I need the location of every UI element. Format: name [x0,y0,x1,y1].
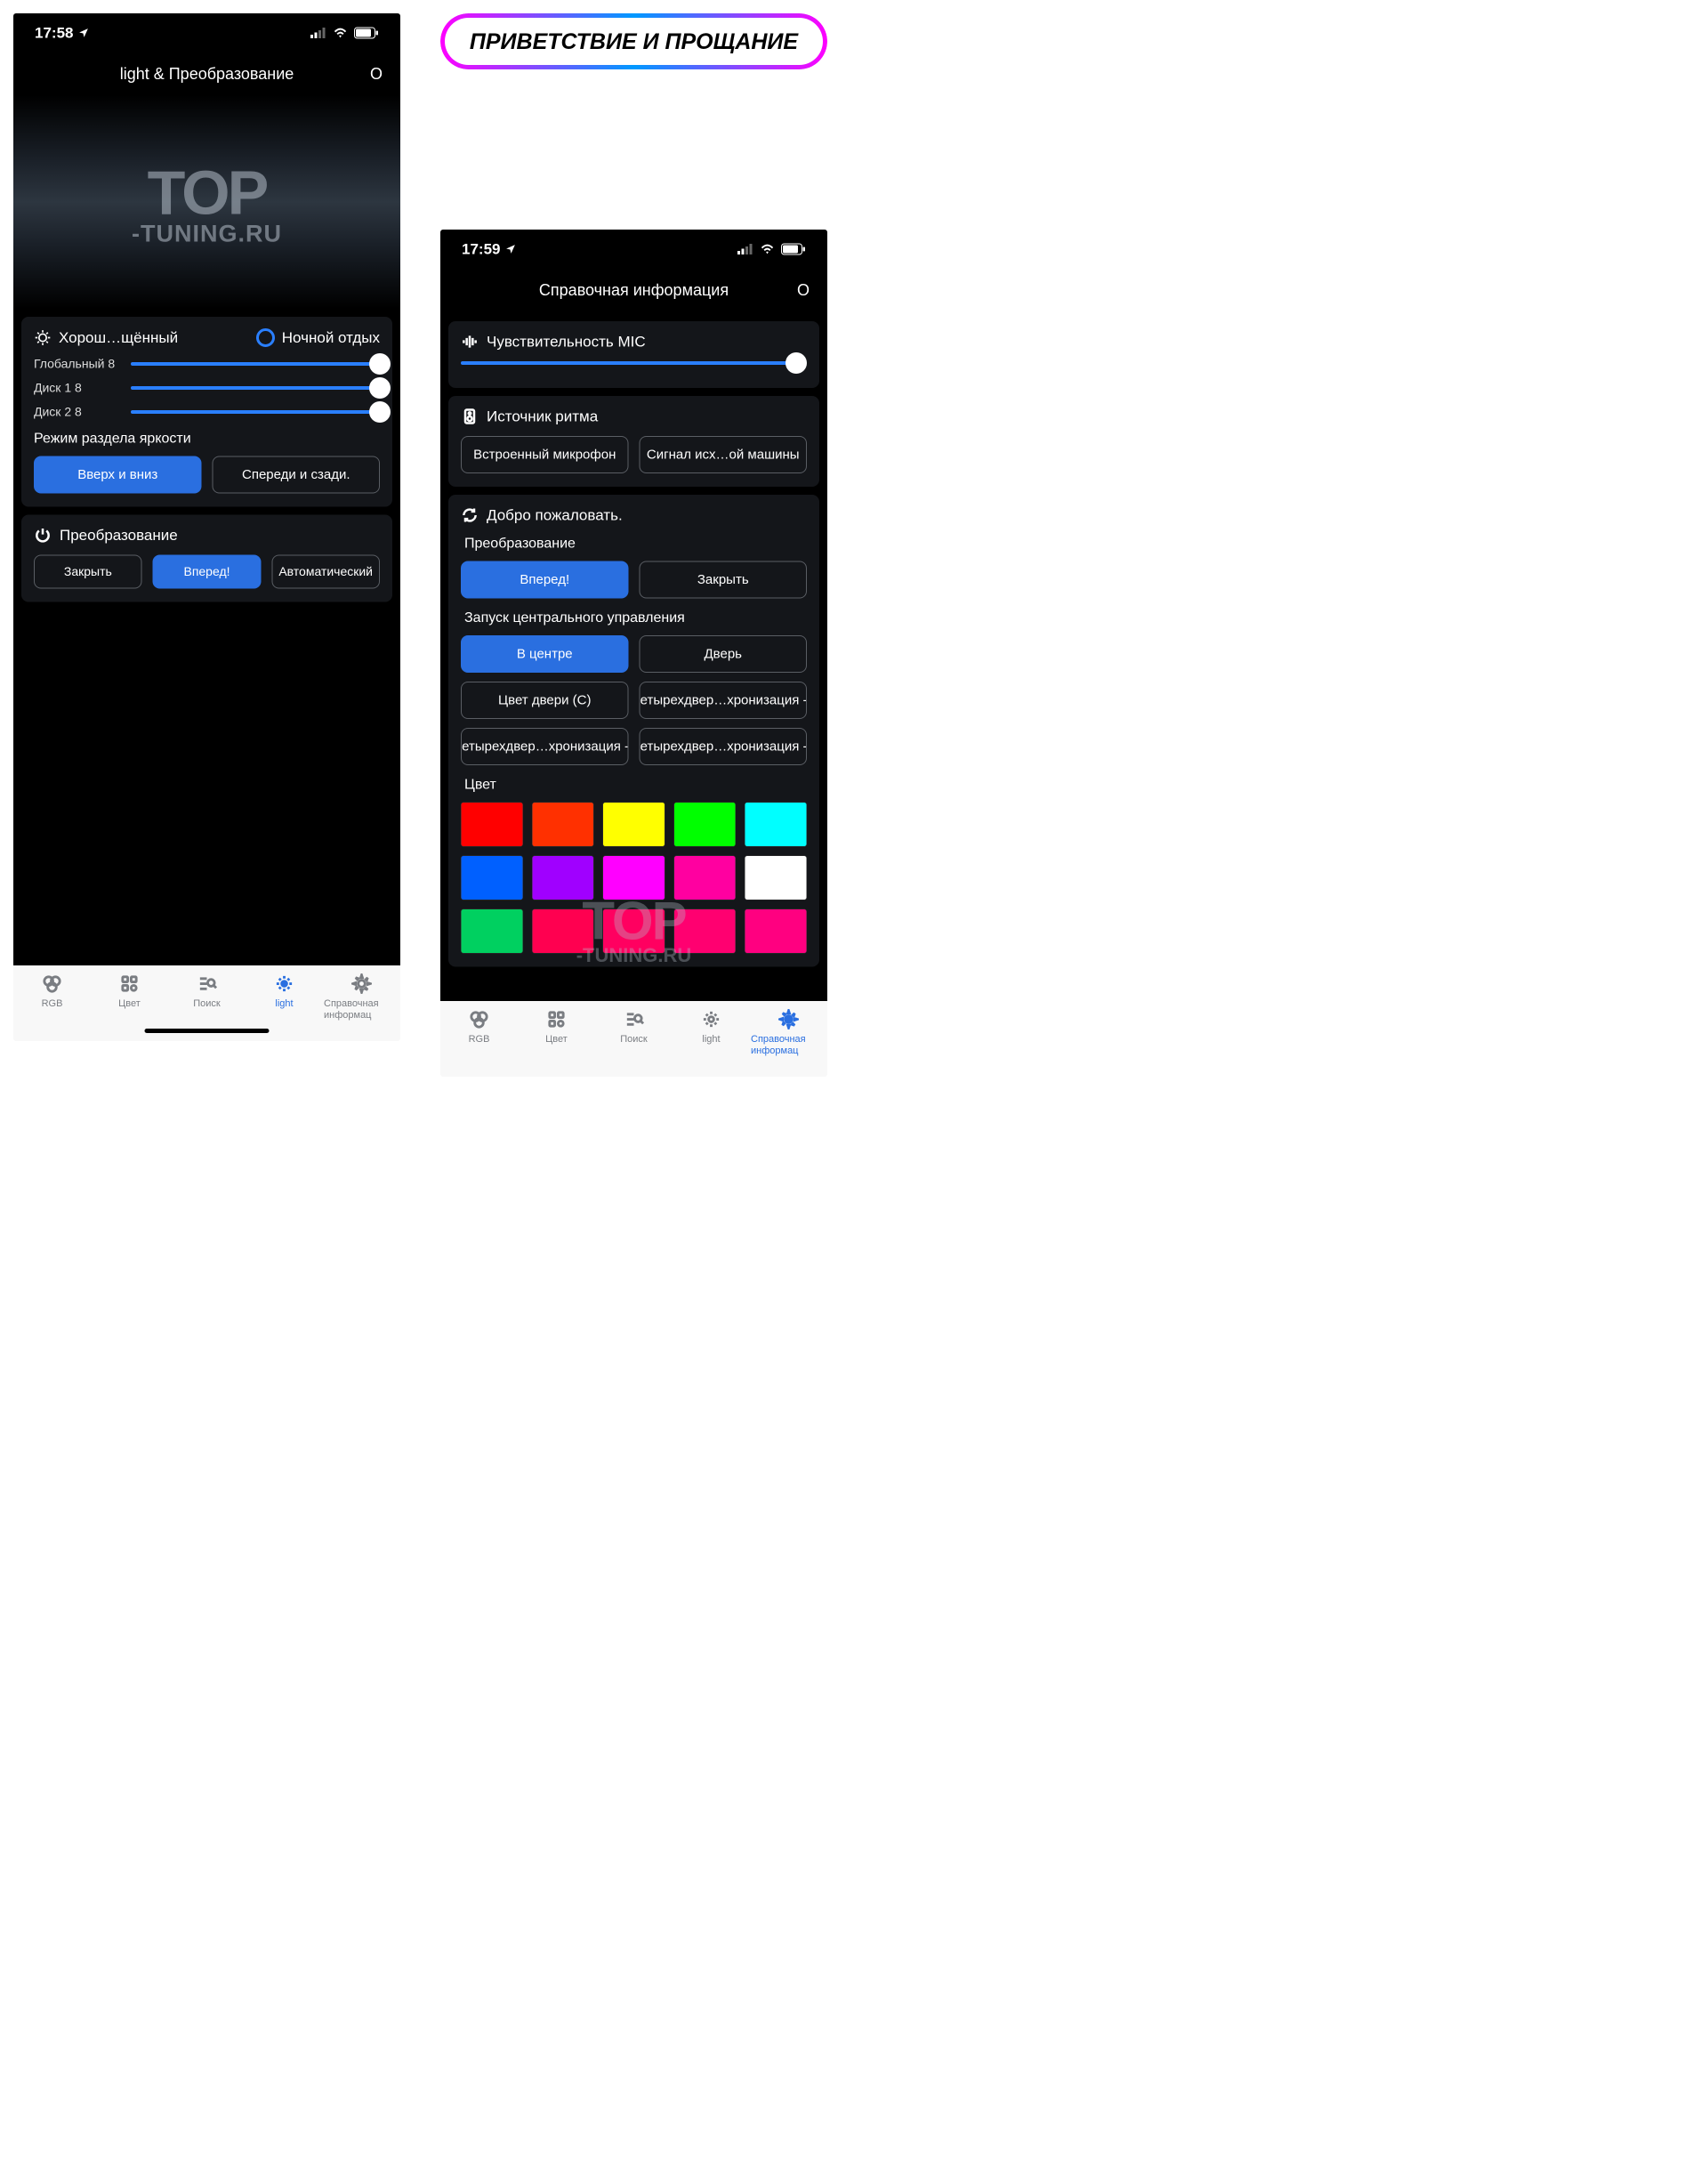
color-swatch-3[interactable] [673,803,736,847]
dashboard-image: TOP -TUNING.RU [13,95,400,309]
header-right[interactable]: O [797,281,810,300]
page-title: Справочная информация [539,281,729,300]
slider-label: Диск 1 8 [34,381,123,395]
battery-icon [781,244,806,255]
color-swatch-6[interactable] [532,856,594,900]
color-swatch-10[interactable] [461,909,523,954]
section-badge: ПРИВЕТСТВИЕ И ПРОЩАНИЕ [440,13,827,69]
color-swatch-12[interactable] [603,909,665,954]
equalizer-icon [461,333,479,351]
transform-label: Преобразование [464,535,807,552]
welcome-close[interactable]: Закрыть [640,561,808,599]
tab-rgb[interactable]: RGB [14,973,90,1009]
brightness-panel: Хорош…щённый Ночной отдых Глобальный 8 Д… [21,317,392,507]
welcome-panel: Добро пожаловать. Преобразование Вперед!… [448,495,819,967]
tab-icon [42,973,62,994]
app-header: light & Преобразование O [13,52,400,95]
status-time: 17:58 [35,24,73,42]
location-icon [77,28,89,39]
transform-close[interactable]: Закрыть [34,555,142,589]
rhythm-panel: Источник ритма Встроенный микрофон Сигна… [448,396,819,487]
color-label: Цвет [464,776,807,793]
tab-icon [701,1009,721,1029]
welcome-forward[interactable]: Вперед! [461,561,629,599]
color-swatch-1[interactable] [532,803,594,847]
signal-icon [737,244,753,254]
tab-цвет[interactable]: Цвет [519,1009,594,1045]
brightness-section-label: Режим раздела яркости [34,430,380,447]
home-indicator [145,1029,270,1033]
central-center[interactable]: В центре [461,635,629,673]
slider-label: Глобальный 8 [34,357,123,371]
color-swatch-2[interactable] [603,803,665,847]
tab-icon [351,973,372,994]
brightness-slider-1[interactable] [131,386,380,390]
tab-справочная информац[interactable]: Справочная информац [751,1009,826,1056]
status-bar: 17:59 [440,230,827,269]
tab-поиск[interactable]: Поиск [169,973,245,1009]
color-swatch-13[interactable] [673,909,736,954]
mode-good[interactable]: Хорош…щённый [34,329,178,347]
signal-icon [310,28,326,38]
color-swatch-4[interactable] [745,803,807,847]
rhythm-car-signal[interactable]: Сигнал исх…ой машины [640,436,808,473]
phone-left: 17:58 light & Преобразование O TOP -TUNI… [13,13,400,1041]
tab-icon [624,1009,644,1029]
central-4door-1[interactable]: Четырехдвер…хронизация -1 [640,682,808,719]
status-bar: 17:58 [13,13,400,52]
mic-panel: Чувствительность MIC [448,321,819,388]
tab-light[interactable]: light [246,973,322,1009]
app-header: Справочная информация O [440,269,827,311]
tab-icon [546,1009,567,1029]
color-swatch-0[interactable] [461,803,523,847]
page-title: light & Преобразование [120,65,294,84]
brightness-slider-2[interactable] [131,410,380,414]
tab-icon [197,973,217,994]
color-swatch-7[interactable] [603,856,665,900]
transform-forward[interactable]: Вперед! [153,555,262,589]
location-icon [504,244,516,255]
tab-icon [274,973,294,994]
tab-поиск[interactable]: Поиск [596,1009,672,1045]
tab-цвет[interactable]: Цвет [92,973,167,1009]
color-swatch-11[interactable] [532,909,594,954]
mode-night[interactable]: Ночной отдых [256,328,380,347]
phone-right: 17:59 Справочная информация O Чувствител [440,230,827,1077]
wifi-icon [760,244,775,254]
mic-slider[interactable] [461,361,807,365]
tab-bar: RGBЦветПоискlightСправочная информац [440,1001,827,1077]
sun-icon [34,329,52,347]
tab-icon [119,973,140,994]
tab-icon [778,1009,799,1029]
central-door[interactable]: Дверь [640,635,808,673]
color-swatch-8[interactable] [673,856,736,900]
wifi-icon [333,28,348,38]
color-swatch-14[interactable] [745,909,807,954]
brightness-mode-frontback[interactable]: Спереди и сзади. [213,456,381,494]
brightness-mode-updown[interactable]: Вверх и вниз [34,456,202,494]
tab-light[interactable]: light [673,1009,749,1045]
rhythm-internal-mic[interactable]: Встроенный микрофон [461,436,629,473]
transform-panel: Преобразование Закрыть Вперед! Автоматич… [21,515,392,602]
central-label: Запуск центрального управления [464,610,807,626]
tab-bar: RGBЦветПоискlightСправочная информац [13,965,400,1041]
status-time: 17:59 [462,240,500,258]
radio-icon [256,328,275,347]
tab-rgb[interactable]: RGB [441,1009,517,1045]
tab-справочная информац[interactable]: Справочная информац [324,973,399,1021]
slider-label: Диск 2 8 [34,405,123,419]
speaker-icon [461,408,479,425]
refresh-icon [461,506,479,524]
transform-auto[interactable]: Автоматический [271,555,380,589]
battery-icon [354,28,379,39]
color-swatch-5[interactable] [461,856,523,900]
central-4door-2[interactable]: Четырехдвер…хронизация -2 [461,728,629,765]
central-door-color[interactable]: Цвет двери (C) [461,682,629,719]
central-4door-3[interactable]: Четырехдвер…хронизация -3 [640,728,808,765]
power-icon [34,527,52,545]
header-right[interactable]: O [370,65,383,84]
color-swatch-9[interactable] [745,856,807,900]
brightness-slider-0[interactable] [131,362,380,366]
tab-icon [469,1009,489,1029]
